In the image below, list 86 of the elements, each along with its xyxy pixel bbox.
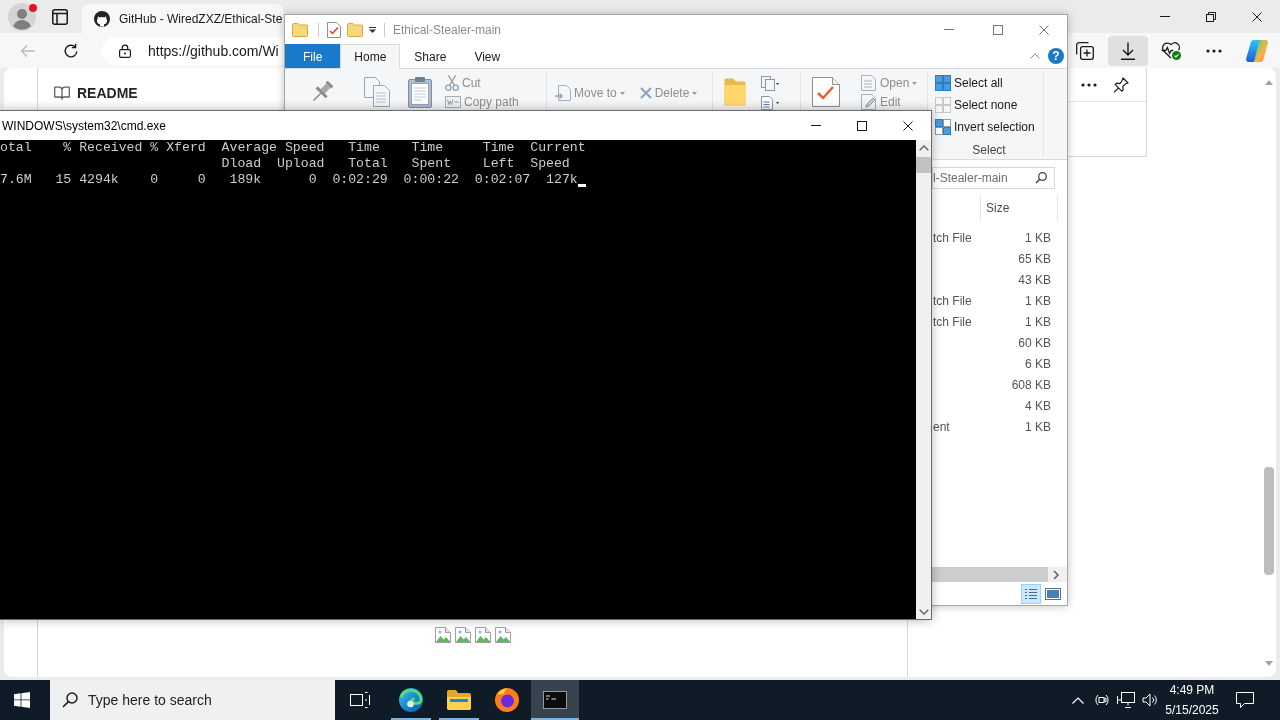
group-label: Select — [972, 142, 1006, 158]
file-menu-tab[interactable]: File — [285, 44, 341, 68]
table-cell: 1 KB — [1025, 293, 1051, 308]
window-title: Ethical-Stealer-main — [393, 22, 502, 37]
table-cell: 608 KB — [1011, 377, 1051, 392]
collections-icon[interactable] — [1076, 41, 1094, 60]
select-none-button[interactable]: Select none — [935, 94, 1043, 116]
terminal-icon[interactable] — [531, 680, 579, 720]
heart-pulse-icon[interactable] — [1161, 41, 1181, 60]
window-title: WINDOWS\system32\cmd.exe — [2, 118, 167, 133]
page-lines-icon[interactable] — [761, 94, 779, 110]
invert-selection-button[interactable]: Invert selection — [935, 116, 1043, 138]
clipboard-icon[interactable] — [408, 76, 432, 108]
address-bar[interactable]: https://github.com/Wi — [102, 36, 284, 65]
table-cell: 1 KB — [1025, 419, 1051, 434]
select-all-button[interactable]: Select all — [935, 72, 1043, 94]
download-icon[interactable] — [1108, 35, 1148, 66]
copy-icon[interactable] — [364, 77, 390, 107]
refresh-icon[interactable] — [63, 42, 79, 59]
search-icon[interactable] — [62, 692, 78, 708]
checklist-icon[interactable] — [327, 21, 341, 38]
scroll-up-icon[interactable] — [918, 145, 929, 151]
close-icon[interactable] — [1252, 11, 1262, 22]
table-cell: 60 KB — [1018, 335, 1051, 350]
start-icon[interactable] — [14, 692, 30, 708]
folder-icon[interactable] — [439, 688, 479, 720]
table-cell: tch File — [933, 293, 972, 308]
checklist-icon[interactable] — [812, 77, 840, 107]
maximize-icon[interactable] — [857, 120, 867, 131]
more-options-icon[interactable] — [1081, 82, 1097, 87]
collapse-ribbon-icon[interactable] — [1030, 53, 1040, 59]
fox-browser-icon[interactable] — [495, 688, 519, 712]
table-cell: 1 KB — [1025, 314, 1051, 329]
search-field[interactable]: l-Stealer-main — [932, 167, 1055, 189]
pin-icon[interactable] — [1113, 76, 1129, 93]
scroll-down-icon[interactable] — [918, 609, 929, 615]
console-line: Dload Upload Total Spent Left Speed — [221, 156, 570, 172]
browser-tab[interactable]: GitHub - WiredZXZ/Ethical-Ste — [82, 4, 284, 33]
camera-icon[interactable] — [1094, 692, 1110, 708]
scroll-right-icon[interactable] — [1053, 569, 1059, 580]
site-favicon-icon — [94, 10, 110, 27]
chevron-up-icon[interactable] — [1072, 696, 1084, 704]
table-cell: 1 KB — [1025, 230, 1051, 245]
clock-date[interactable]: 5/15/2025 — [1165, 700, 1219, 720]
close-icon[interactable] — [903, 120, 913, 131]
more-options-icon[interactable] — [1206, 48, 1222, 53]
ribbon-tab[interactable]: Home — [340, 44, 401, 69]
book-icon — [54, 86, 70, 100]
clock-time[interactable]: 4:49 PM — [1169, 680, 1215, 700]
readme-title: README — [77, 85, 138, 101]
network-icon[interactable] — [1117, 692, 1135, 708]
scrollbar-thumb[interactable] — [1264, 467, 1274, 575]
assistant-logo-icon[interactable] — [1246, 39, 1268, 62]
tab-actions-icon[interactable] — [52, 8, 68, 25]
task-view-icon[interactable] — [349, 692, 370, 708]
large-icons-view-icon[interactable] — [1045, 587, 1061, 600]
table-cell: 6 KB — [1025, 356, 1051, 371]
table-cell: tch File — [933, 230, 972, 245]
scroll-down-icon[interactable] — [1265, 661, 1273, 666]
scrollbar-thumb[interactable] — [916, 157, 931, 173]
console-line: 7.6M 15 4294k 0 0 189k 0 0:02:29 0:00:22 0:02:07 127k — [0, 172, 578, 188]
notification-dot-icon — [29, 3, 37, 12]
wave-browser-icon[interactable] — [391, 688, 431, 720]
restore-icon[interactable] — [1206, 11, 1216, 22]
dropdown-caret-icon[interactable] — [369, 26, 376, 33]
search-field[interactable]: Type here to search — [50, 680, 335, 720]
ribbon-tab[interactable]: View — [460, 44, 515, 68]
lock-icon — [119, 43, 131, 58]
invert-selection-icon[interactable] — [935, 119, 951, 135]
ribbon-tab[interactable]: Share — [400, 44, 461, 68]
notification-icon[interactable] — [1236, 692, 1254, 708]
column-header[interactable]: Size — [980, 196, 1058, 220]
vertical-scrollbar[interactable] — [916, 140, 931, 619]
table-cell: ent — [933, 419, 950, 434]
stacked-pages-icon[interactable] — [761, 75, 779, 91]
profile-avatar-icon[interactable] — [8, 2, 36, 31]
table-cell: tch File — [933, 314, 972, 329]
table-cell: 65 KB — [1018, 251, 1051, 266]
table-cell: 43 KB — [1018, 272, 1051, 287]
help-button[interactable]: ? — [1048, 48, 1064, 64]
search-icon[interactable] — [1035, 172, 1047, 184]
details-view-icon[interactable] — [1021, 583, 1041, 604]
volume-icon[interactable] — [1142, 693, 1158, 707]
scroll-up-icon[interactable] — [1265, 80, 1273, 85]
console-line: otal % Received % Xferd Average Speed Time Time Time Current — [0, 140, 586, 156]
table-cell: 4 KB — [1025, 398, 1051, 413]
